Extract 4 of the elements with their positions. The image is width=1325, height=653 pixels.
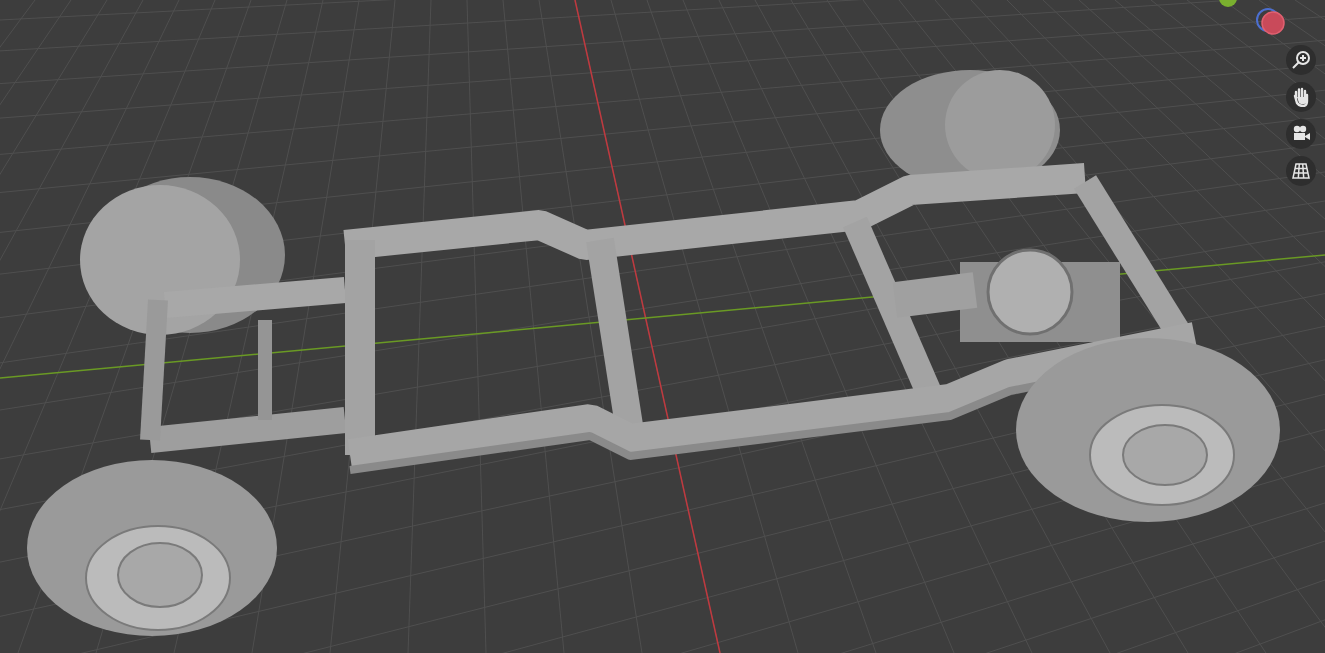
grid-icon [1291,161,1311,181]
magnifier-plus-icon [1291,50,1311,70]
axis-gizmo-drawing[interactable] [1219,0,1285,35]
hand-icon [1291,87,1311,107]
